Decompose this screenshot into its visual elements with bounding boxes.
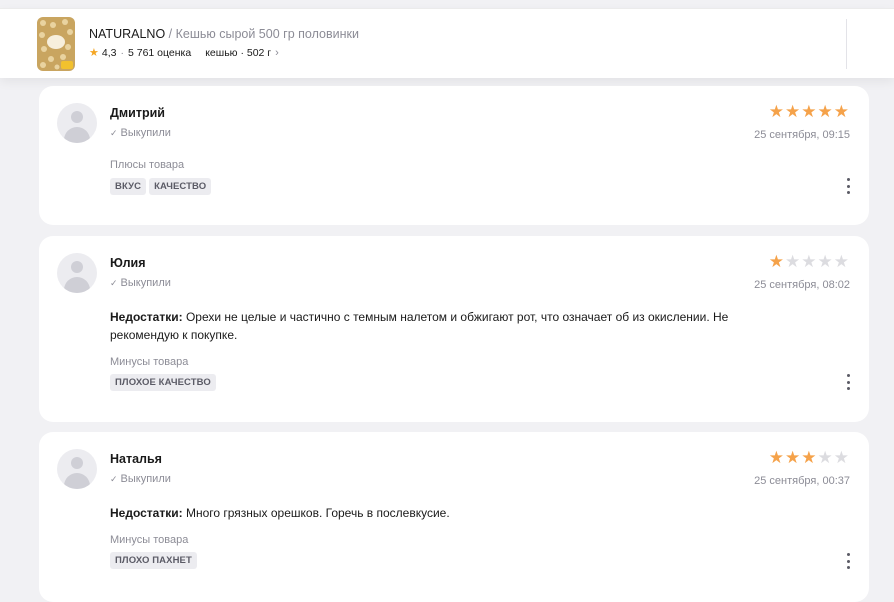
cons-heading: Недостатки: (110, 506, 183, 520)
rating-stars: ★ ★ ★ ★ ★ (769, 103, 849, 121)
review-text: Недостатки: Много грязных орешков. Гореч… (110, 504, 790, 522)
star-icon: ★ (768, 102, 784, 121)
tag[interactable]: ПЛОХОЕ КАЧЕСТВО (110, 374, 216, 391)
star-icon: ★ (785, 102, 801, 121)
purchase-status: ✓ Выкупили (110, 277, 171, 289)
title-separator: / (165, 27, 176, 41)
purchase-status-label: Выкупили (120, 277, 171, 289)
reviewer-name: Наталья (110, 452, 162, 466)
purchase-status: ✓ Выкупили (110, 127, 171, 139)
brand-label-icon (47, 35, 65, 49)
variant-label: кешью · 502 г (205, 46, 272, 59)
check-icon: ✓ (110, 127, 118, 138)
header-divider (846, 19, 847, 69)
purchase-status: ✓ Выкупили (110, 473, 171, 485)
product-name: Кешью сырой 500 гр половинки (175, 27, 359, 41)
review-card: Юлия ✓ Выкупили ★ ★ ★ ★ ★ 25 сентября, 08:02… (39, 236, 869, 422)
more-vertical-icon[interactable] (843, 374, 853, 390)
reviewer-name: Юлия (110, 256, 146, 270)
tag-list: ПЛОХО ПАХНЕТ (110, 552, 197, 569)
meta-separator: · (120, 46, 124, 59)
check-icon: ✓ (110, 473, 118, 484)
ratings-count: 5 761 оценка (127, 46, 192, 59)
tag-list: ВКУС КАЧЕСТВО (110, 178, 212, 195)
star-icon: ★ (801, 252, 817, 271)
purchase-status-label: Выкупили (120, 473, 171, 485)
star-icon: ★ (89, 47, 99, 59)
tag-list: ПЛОХОЕ КАЧЕСТВО (110, 374, 216, 391)
weight-badge-icon (61, 61, 73, 69)
review-date: 25 сентября, 08:02 (754, 279, 850, 291)
cons-text: Много грязных орешков. Горечь в послевку… (185, 506, 450, 520)
product-thumbnail[interactable] (37, 17, 75, 71)
rating-stars: ★ ★ ★ ★ ★ (769, 449, 849, 467)
check-icon: ✓ (110, 277, 118, 288)
star-icon: ★ (833, 252, 849, 271)
review-date: 25 сентября, 09:15 (754, 129, 850, 141)
star-icon: ★ (785, 448, 801, 467)
star-icon: ★ (817, 448, 833, 467)
average-rating: 4,3 (101, 46, 117, 59)
product-title[interactable]: NATURALNO / Кешью сырой 500 гр половинки (89, 27, 359, 41)
rating-stars: ★ ★ ★ ★ ★ (769, 253, 849, 271)
cons-label: Минусы товара (110, 534, 189, 546)
more-vertical-icon[interactable] (843, 553, 853, 569)
star-icon: ★ (785, 252, 801, 271)
rating-summary: ★ 4,3 · 5 761 оценка кешью · 502 г › (89, 46, 279, 60)
star-icon: ★ (817, 252, 833, 271)
review-card: Наталья ✓ Выкупили ★ ★ ★ ★ ★ 25 сентября, 00… (39, 432, 869, 602)
star-icon: ★ (833, 448, 849, 467)
product-header: NATURALNO / Кешью сырой 500 гр половинки… (0, 8, 894, 78)
tag[interactable]: ВКУС (110, 178, 147, 195)
tag[interactable]: КАЧЕСТВО (149, 178, 212, 195)
tag[interactable]: ПЛОХО ПАХНЕТ (110, 552, 197, 569)
cons-text: Орехи не целые и частично с темным налет… (110, 310, 729, 342)
review-date: 25 сентября, 00:37 (754, 475, 850, 487)
review-text: Недостатки: Орехи не целые и частично с … (110, 308, 790, 344)
purchase-status-label: Выкупили (120, 127, 171, 139)
variant-selector[interactable]: кешью · 502 г › (205, 47, 279, 59)
brand-name[interactable]: NATURALNO (89, 27, 165, 41)
star-icon: ★ (768, 252, 784, 271)
cons-heading: Недостатки: (110, 310, 183, 324)
star-icon: ★ (801, 102, 817, 121)
star-icon: ★ (801, 448, 817, 467)
chevron-right-icon: › (275, 46, 279, 59)
avatar (57, 103, 97, 143)
avatar (57, 253, 97, 293)
reviewer-name: Дмитрий (110, 106, 165, 120)
cons-label: Минусы товара (110, 356, 189, 368)
avatar (57, 449, 97, 489)
more-vertical-icon[interactable] (843, 178, 853, 194)
star-icon: ★ (833, 102, 849, 121)
star-icon: ★ (768, 448, 784, 467)
star-icon: ★ (817, 102, 833, 121)
review-card: Дмитрий ✓ Выкупили ★ ★ ★ ★ ★ 25 сентября, 09… (39, 86, 869, 225)
pros-label: Плюсы товара (110, 159, 185, 171)
